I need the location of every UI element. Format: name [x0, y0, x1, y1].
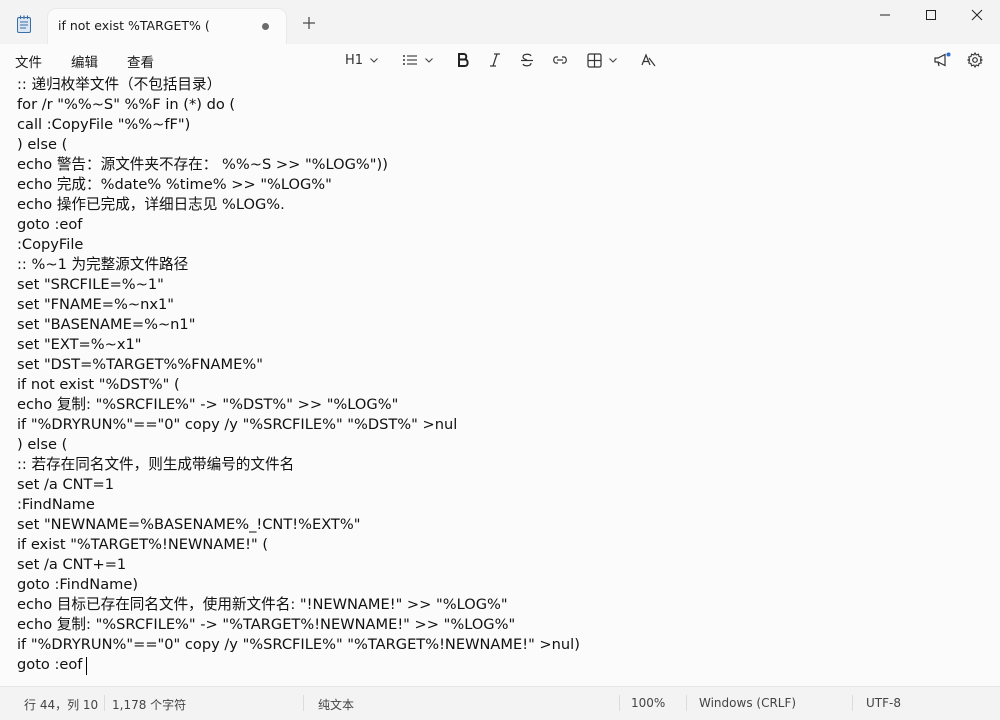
- editor-line: goto :FindName): [17, 576, 139, 593]
- line-ending[interactable]: Windows (CRLF): [699, 696, 796, 710]
- document-tab[interactable]: if not exist %TARGET% (: [48, 9, 286, 44]
- table-dropdown[interactable]: [587, 49, 618, 71]
- editor-line: echo 目标已存在同名文件，使用新文件名: "!NEWNAME!" >> "%…: [17, 596, 508, 613]
- status-divider: [686, 695, 687, 711]
- editor-line: set "FNAME=%~nx1": [17, 296, 174, 313]
- settings-button[interactable]: [967, 49, 983, 71]
- editor-line: set "NEWNAME=%BASENAME%_!CNT!%EXT%": [17, 516, 361, 533]
- editor-line: :FindName: [17, 496, 95, 513]
- editor-line: echo 复制: "%SRCFILE%" -> "%TARGET%!NEWNAM…: [17, 616, 516, 633]
- editor-line: set "EXT=%~x1": [17, 336, 142, 353]
- encoding[interactable]: UTF-8: [866, 696, 901, 710]
- text-editor[interactable]: :: 递归枚举文件（不包括目录） for /r "%%~S" %%F in (*…: [0, 75, 1000, 686]
- table-icon: [587, 52, 602, 68]
- editor-line: :: 若存在同名文件，则生成带编号的文件名: [17, 456, 295, 473]
- close-icon: [971, 9, 983, 21]
- clear-formatting-button[interactable]: [640, 49, 656, 71]
- maximize-icon: [926, 10, 936, 20]
- status-divider: [619, 695, 620, 711]
- editor-line: set "BASENAME=%~n1": [17, 316, 196, 333]
- italic-button[interactable]: [488, 49, 502, 71]
- editor-line: set "DST=%TARGET%%FNAME%": [17, 356, 263, 373]
- clear-formatting-icon: [641, 53, 656, 67]
- editor-line: ) else (: [17, 136, 68, 153]
- chevron-down-icon: [370, 58, 378, 63]
- editor-line: set "SRCFILE=%~1": [17, 276, 164, 293]
- zoom-level[interactable]: 100%: [631, 696, 665, 710]
- copilot-announce-button[interactable]: [933, 49, 951, 71]
- editor-line: call :CopyFile "%%~fF"): [17, 116, 191, 133]
- editor-line: goto :eof: [17, 216, 83, 233]
- heading-label: H1: [345, 52, 364, 68]
- status-divider: [852, 695, 853, 711]
- strikethrough-icon: [521, 53, 533, 67]
- tab-title: if not exist %TARGET% (: [58, 18, 210, 33]
- text-format[interactable]: 纯文本: [318, 696, 354, 713]
- new-tab-button[interactable]: [300, 16, 318, 34]
- bold-button[interactable]: [456, 49, 470, 71]
- title-bar: if not exist %TARGET% (: [0, 0, 1000, 44]
- italic-icon: [490, 53, 500, 67]
- chevron-down-icon: [609, 58, 617, 63]
- editor-line: ) else (: [17, 436, 68, 453]
- editor-line: set /a CNT=1: [17, 476, 114, 493]
- plus-icon: [303, 17, 315, 29]
- status-bar: 行 44，列 10 1,178 个字符 纯文本 100% Windows (CR…: [0, 686, 1000, 720]
- maximize-button[interactable]: [908, 0, 954, 30]
- editor-line: echo 操作已完成，详细日志见 %LOG%.: [17, 196, 285, 213]
- bullet-list-icon: [403, 55, 417, 65]
- menu-view[interactable]: 查看: [127, 51, 154, 71]
- text-caret: [86, 657, 87, 675]
- editor-line: echo 完成：%date% %time% >> "%LOG%": [17, 176, 332, 193]
- heading-dropdown[interactable]: H1: [345, 49, 379, 71]
- editor-line: if "%DRYRUN%"=="0" copy /y "%SRCFILE%" "…: [17, 416, 458, 433]
- editor-line: if "%DRYRUN%"=="0" copy /y "%SRCFILE%" "…: [17, 636, 580, 653]
- menu-file[interactable]: 文件: [15, 51, 42, 71]
- cursor-position[interactable]: 行 44，列 10: [24, 696, 98, 713]
- editor-line: echo 复制: "%SRCFILE%" -> "%DST%" >> "%LOG…: [17, 396, 399, 413]
- strikethrough-button[interactable]: [520, 49, 534, 71]
- status-divider: [104, 695, 105, 711]
- editor-line: set /a CNT+=1: [17, 556, 127, 573]
- character-count: 1,178 个字符: [112, 698, 187, 712]
- bold-icon: [458, 53, 469, 67]
- editor-line: :: %~1 为完整源文件路径: [17, 256, 189, 273]
- link-button[interactable]: [551, 49, 569, 71]
- minimize-icon: [880, 14, 890, 16]
- unsaved-dot-icon[interactable]: [262, 23, 269, 30]
- gear-icon: [967, 52, 983, 68]
- editor-line: goto :eof: [17, 656, 83, 673]
- notepad-icon: [17, 15, 31, 33]
- megaphone-icon: [934, 52, 951, 67]
- editor-line: for /r "%%~S" %%F in (*) do (: [17, 96, 236, 113]
- close-button[interactable]: [954, 0, 1000, 30]
- minimize-button[interactable]: [862, 0, 908, 30]
- link-icon: [553, 56, 567, 64]
- chevron-down-icon: [425, 58, 433, 63]
- menu-bar: 文件 编辑 查看 H1: [0, 44, 1000, 75]
- editor-line: :CopyFile: [17, 236, 84, 253]
- editor-line: if not exist "%DST%" (: [17, 376, 180, 393]
- editor-line: :: 递归枚举文件（不包括目录）: [17, 76, 222, 93]
- editor-line: echo 警告：源文件夹不存在： %%~S >> "%LOG%")): [17, 156, 388, 173]
- editor-line: if exist "%TARGET%!NEWNAME!" (: [17, 536, 269, 553]
- menu-edit[interactable]: 编辑: [71, 51, 98, 71]
- status-divider: [303, 695, 304, 711]
- list-dropdown[interactable]: [402, 49, 434, 71]
